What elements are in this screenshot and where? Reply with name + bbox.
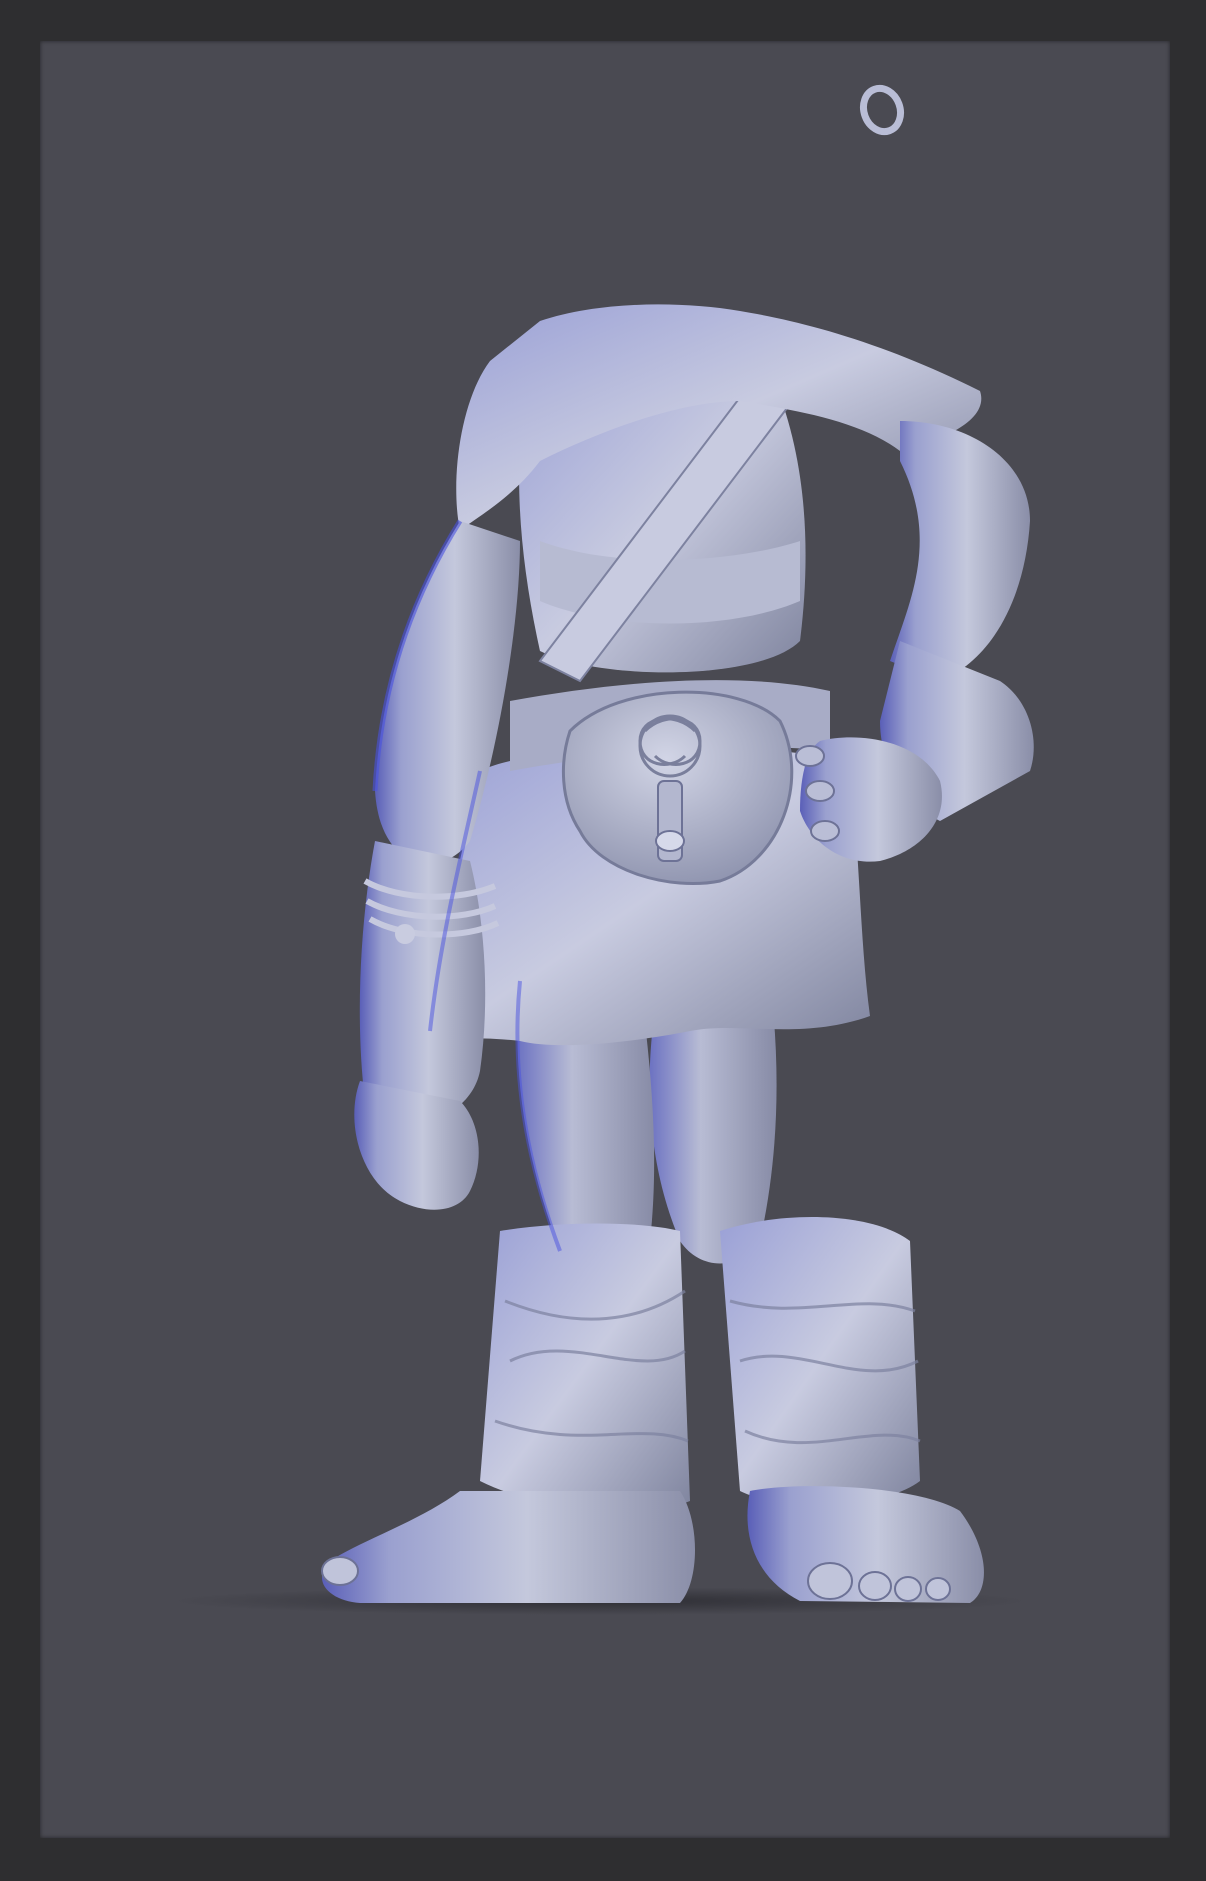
right-upper-arm	[890, 421, 1030, 681]
pouch-button	[655, 830, 685, 852]
floating-ring	[859, 84, 905, 136]
left-legwrap	[480, 1223, 690, 1512]
character-sculpt-render	[170, 84, 1034, 1615]
outer-frame	[0, 0, 1206, 1881]
left-foot	[321, 1491, 695, 1603]
left-forearm	[359, 841, 486, 1123]
sculpt-viewport[interactable]	[40, 41, 1170, 1838]
right-legwrap	[720, 1217, 920, 1505]
bracelet-bead	[395, 924, 415, 944]
